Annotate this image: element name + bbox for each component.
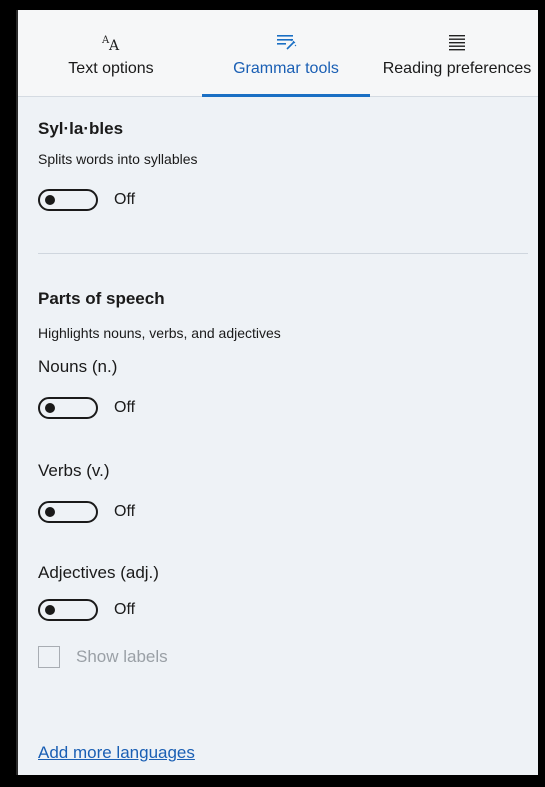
toggle-state-label: Off <box>114 503 136 520</box>
toggle-knob <box>45 195 55 205</box>
toggle-state-label: Off <box>114 399 136 416</box>
tab-label: Text options <box>68 60 154 77</box>
learning-tools-panel: A A Text options Grammar tools Reading p… <box>16 10 538 775</box>
grammar-tools-content: Syl·la·bles Splits words into syllables … <box>18 97 538 775</box>
show-labels-row: Show labels <box>38 645 168 669</box>
nouns-label: Nouns (n.) <box>38 357 118 376</box>
tab-label: Reading preferences <box>382 60 532 77</box>
tab-text-options[interactable]: A A Text options <box>26 10 196 96</box>
window-frame: A A Text options Grammar tools Reading p… <box>0 0 545 787</box>
syllables-toggle-row: Off <box>38 187 135 213</box>
toggle-knob <box>45 605 55 615</box>
show-labels-label: Show labels <box>76 647 168 666</box>
toggle-knob <box>45 403 55 413</box>
add-more-languages-link[interactable]: Add more languages <box>38 743 195 763</box>
syllables-description: Splits words into syllables <box>38 151 198 167</box>
tab-bar: A A Text options Grammar tools Reading p… <box>18 10 538 97</box>
parts-of-speech-description: Highlights nouns, verbs, and adjectives <box>38 325 281 341</box>
reading-preferences-icon <box>374 32 538 52</box>
verbs-toggle[interactable] <box>38 501 98 523</box>
parts-of-speech-title: Parts of speech <box>38 289 165 308</box>
grammar-tools-icon <box>202 32 370 52</box>
toggle-state-label: Off <box>114 601 136 618</box>
syllables-title: Syl·la·bles <box>38 119 124 138</box>
verbs-label: Verbs (v.) <box>38 461 110 480</box>
svg-text:A: A <box>108 38 120 52</box>
nouns-toggle[interactable] <box>38 397 98 419</box>
tab-reading-preferences[interactable]: Reading preferences <box>374 10 538 96</box>
syllables-toggle[interactable] <box>38 189 98 211</box>
toggle-state-label: Off <box>114 191 136 208</box>
show-labels-checkbox[interactable] <box>38 646 60 668</box>
nouns-toggle-row: Off <box>38 395 135 421</box>
verbs-toggle-row: Off <box>38 499 135 525</box>
tab-label: Grammar tools <box>233 60 339 77</box>
text-size-icon: A A <box>26 32 196 52</box>
section-divider <box>38 253 528 254</box>
adjectives-label: Adjectives (adj.) <box>38 563 159 582</box>
toggle-knob <box>45 507 55 517</box>
adjectives-toggle[interactable] <box>38 599 98 621</box>
tab-grammar-tools[interactable]: Grammar tools <box>202 10 370 97</box>
adjectives-toggle-row: Off <box>38 597 135 623</box>
